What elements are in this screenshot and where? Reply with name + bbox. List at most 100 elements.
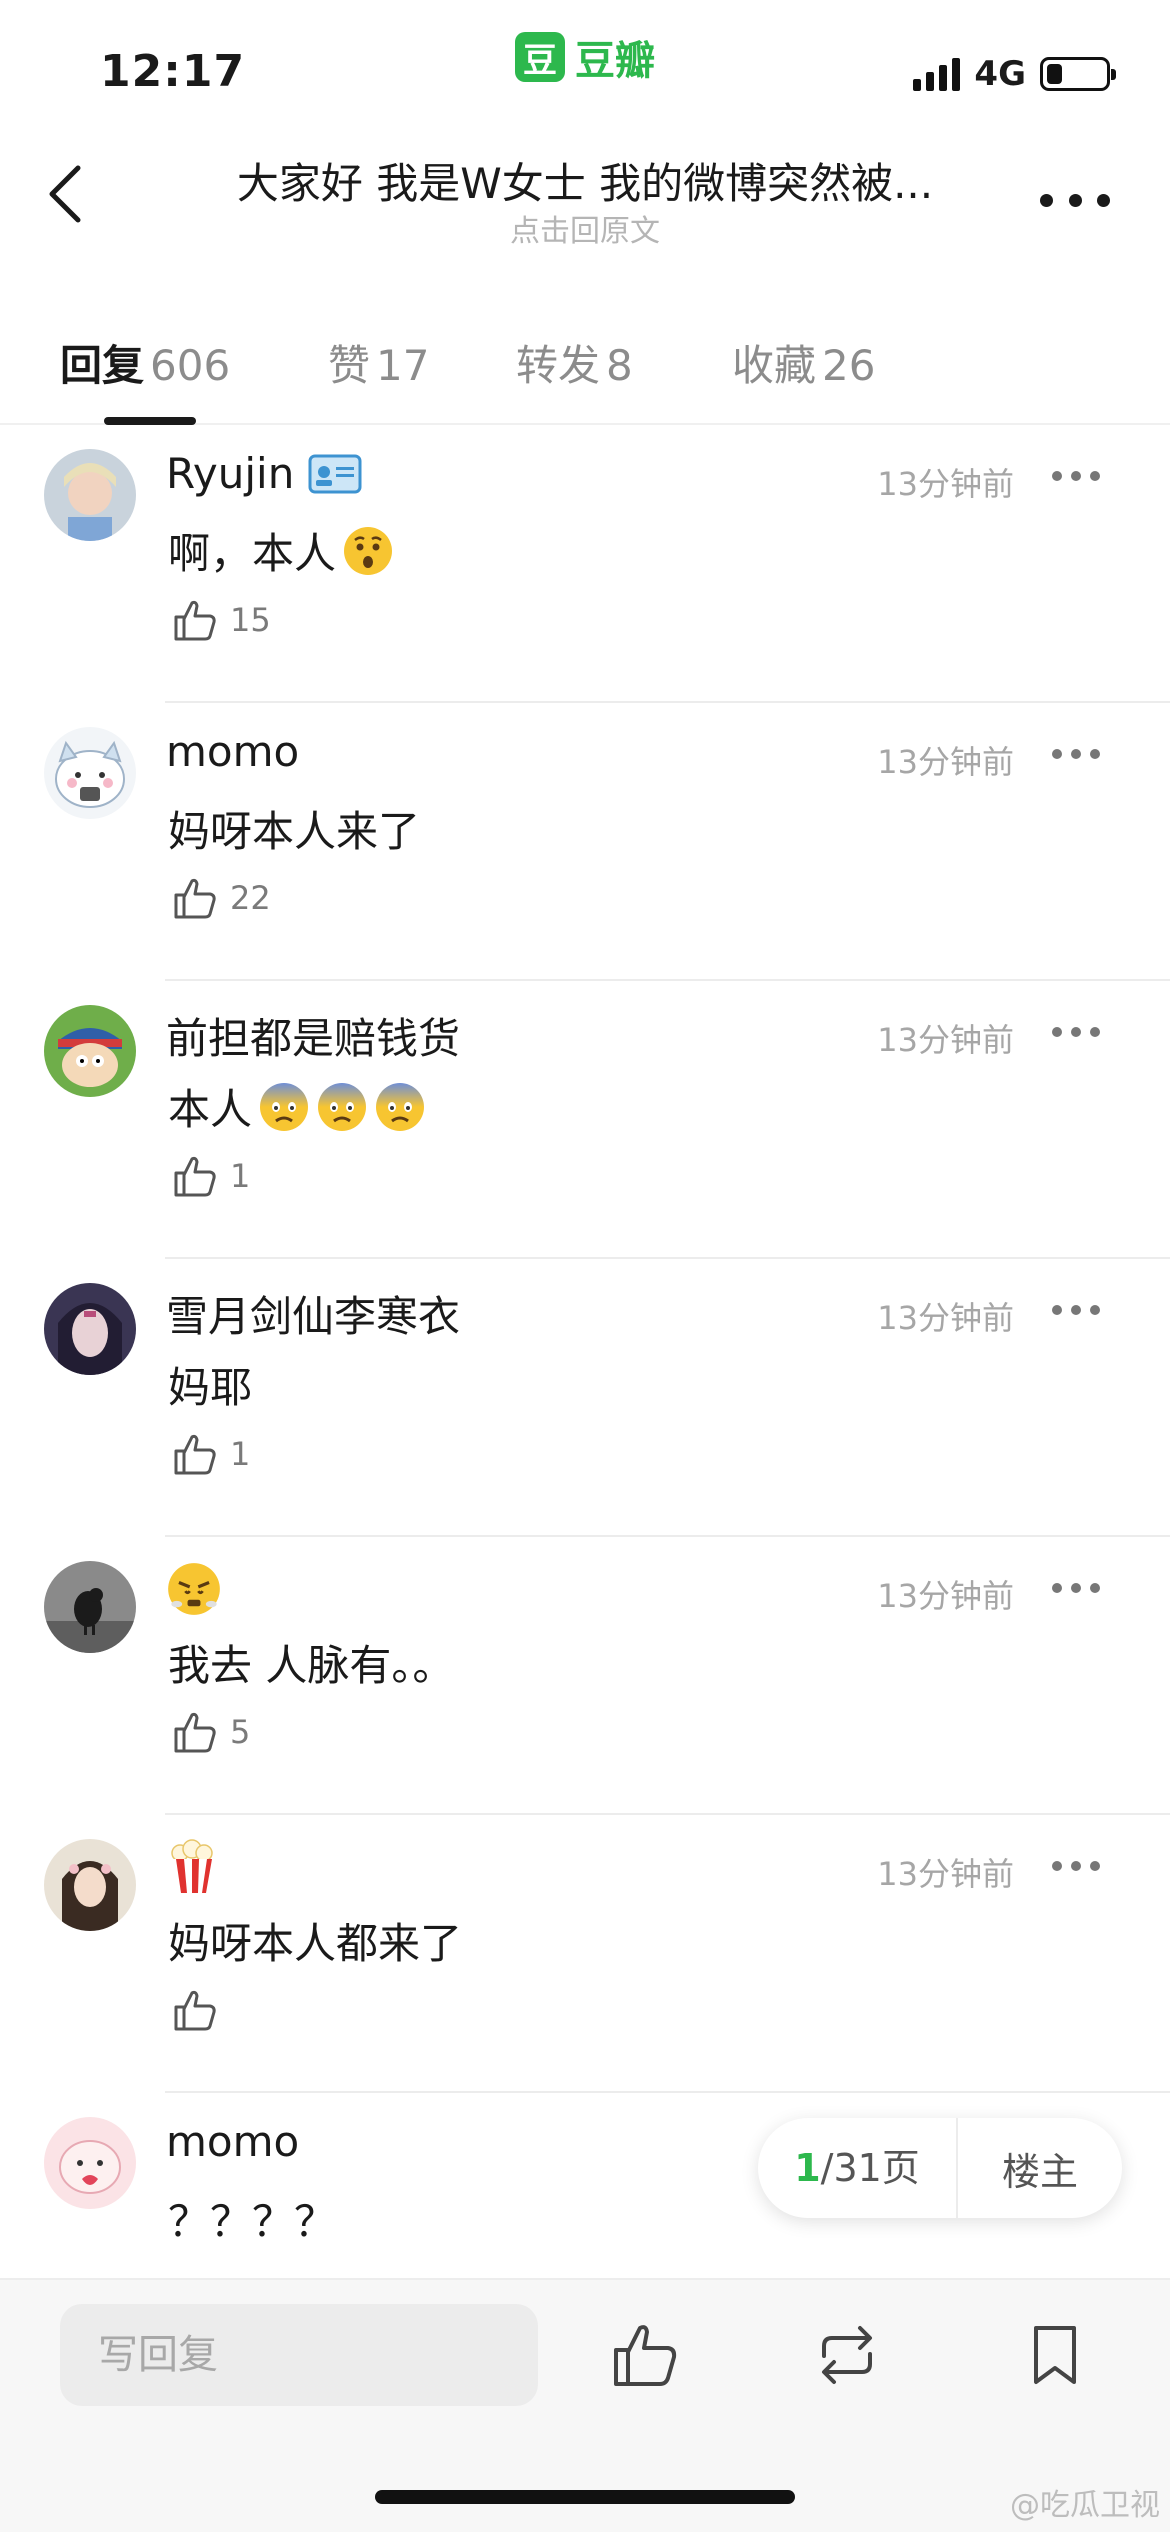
comment-item: 前担都是赔钱货 13分钟前 本人 1 bbox=[0, 981, 1170, 1259]
comment-author[interactable] bbox=[166, 1839, 218, 1895]
comment-body: 本人 bbox=[168, 1085, 253, 1134]
fearful-face-icon bbox=[376, 1082, 425, 1131]
like-button[interactable]: 15 bbox=[172, 597, 271, 643]
comment-item: momo 13分钟前 妈呀本人来了 22 bbox=[0, 703, 1170, 981]
home-indicator bbox=[375, 2490, 795, 2504]
tab-label: 转发 bbox=[516, 341, 601, 390]
fearful-face-icon bbox=[318, 1082, 367, 1131]
comment-author[interactable]: 雪月剑仙李寒衣 bbox=[166, 1283, 460, 1344]
author-name: Ryujin bbox=[166, 449, 295, 498]
comment-more-icon[interactable] bbox=[1052, 1305, 1100, 1317]
comment-more-icon[interactable] bbox=[1052, 749, 1100, 761]
tab-count: 8 bbox=[606, 341, 633, 390]
thumbs-up-icon bbox=[174, 600, 216, 641]
like-button[interactable]: 5 bbox=[172, 1709, 250, 1755]
tab-collections[interactable]: 收藏 26 bbox=[732, 332, 875, 393]
tab-label: 收藏 bbox=[732, 341, 817, 390]
thumbs-up-icon bbox=[174, 878, 216, 919]
like-button[interactable] bbox=[172, 1987, 230, 2033]
tab-likes[interactable]: 赞 17 bbox=[328, 332, 429, 393]
avatar[interactable] bbox=[44, 1005, 136, 1097]
author-name: momo bbox=[166, 2117, 300, 2166]
comment-item: Ryujin 13分钟前 啊，本人 15 bbox=[0, 425, 1170, 703]
thumbs-up-icon bbox=[174, 1990, 216, 2031]
tab-count: 26 bbox=[822, 341, 876, 390]
current-page: 1 bbox=[794, 2146, 821, 2190]
comment-author[interactable]: momo bbox=[166, 727, 299, 776]
bottom-action-bar: @吃瓜卫视 bbox=[0, 2278, 1170, 2532]
like-count: 22 bbox=[230, 879, 271, 917]
like-post-icon[interactable] bbox=[610, 2320, 680, 2390]
bookmark-icon[interactable] bbox=[1020, 2320, 1090, 2390]
like-button[interactable]: 22 bbox=[172, 875, 271, 921]
thumbs-up-icon bbox=[174, 1156, 216, 1197]
avatar[interactable] bbox=[44, 1561, 136, 1653]
comment-text: 我去 人脉有。。 bbox=[168, 1632, 454, 1693]
avatar[interactable] bbox=[44, 1839, 136, 1931]
comment-body: 妈呀本人都来了 bbox=[168, 1919, 463, 1968]
active-tab-indicator bbox=[104, 417, 196, 425]
like-button[interactable]: 1 bbox=[172, 1153, 250, 1199]
page-jump-button[interactable]: 1/31页 bbox=[758, 2118, 958, 2218]
comment-text: ？？？？ bbox=[168, 2188, 336, 2249]
comment-author[interactable]: momo bbox=[166, 2117, 299, 2166]
app-name: 豆瓣 bbox=[575, 38, 655, 84]
tab-replies[interactable]: 回复 606 bbox=[60, 332, 230, 393]
like-button[interactable]: 1 bbox=[172, 1431, 250, 1477]
comment-time: 13分钟前 bbox=[877, 1577, 1014, 1615]
tab-label: 回复 bbox=[60, 341, 145, 390]
author-name: momo bbox=[166, 727, 300, 776]
comment-time: 13分钟前 bbox=[877, 1021, 1014, 1059]
signal-icon bbox=[913, 57, 961, 91]
comment-time: 13分钟前 bbox=[877, 743, 1014, 781]
thumbs-up-icon bbox=[174, 1434, 216, 1475]
comment-more-icon[interactable] bbox=[1052, 471, 1100, 483]
more-options-icon[interactable] bbox=[1040, 190, 1110, 210]
avatar[interactable] bbox=[44, 449, 136, 541]
back-to-original-link[interactable]: 点击回原文 bbox=[200, 206, 970, 250]
comment-time: 13分钟前 bbox=[877, 1299, 1014, 1337]
status-bar: 12:17 豆 豆瓣 4G bbox=[0, 0, 1170, 110]
avatar[interactable] bbox=[44, 727, 136, 819]
comment-text: 妈耶 bbox=[168, 1354, 252, 1415]
op-only-button[interactable]: 楼主 bbox=[958, 2141, 1122, 2196]
comment-more-icon[interactable] bbox=[1052, 1027, 1100, 1039]
like-count: 1 bbox=[230, 1157, 251, 1195]
comment-item: 雪月剑仙李寒衣 13分钟前 妈耶 1 bbox=[0, 1259, 1170, 1537]
post-header: 大家好 我是W女士 我的微博突然被... 点击回原文 bbox=[0, 140, 1170, 260]
comment-body: 妈呀本人来了 bbox=[168, 807, 421, 856]
battery-icon bbox=[1040, 57, 1116, 91]
reply-input[interactable] bbox=[60, 2304, 538, 2406]
comment-body: ？？？？ bbox=[168, 2197, 337, 2246]
comment-time: 13分钟前 bbox=[877, 1855, 1014, 1893]
comment-text: 妈呀本人来了 bbox=[168, 798, 420, 859]
comment-author[interactable]: Ryujin bbox=[166, 449, 362, 498]
tab-reposts[interactable]: 转发 8 bbox=[516, 332, 633, 393]
total-pages: /31页 bbox=[820, 2146, 920, 2190]
comment-item: 13分钟前 妈呀本人都来了 bbox=[0, 1815, 1170, 2093]
status-indicators: 4G bbox=[913, 54, 1116, 94]
comment-body: 啊，本人 bbox=[168, 529, 337, 578]
douban-logo-icon: 豆 bbox=[515, 32, 565, 82]
back-arrow-icon[interactable] bbox=[44, 164, 94, 224]
watermark: @吃瓜卫视 bbox=[1010, 2488, 1160, 2523]
comment-time: 13分钟前 bbox=[877, 465, 1014, 503]
comment-author[interactable] bbox=[166, 1561, 222, 1617]
like-count: 15 bbox=[230, 601, 271, 639]
id-card-badge-icon bbox=[308, 454, 362, 493]
avatar[interactable] bbox=[44, 2117, 136, 2209]
avatar[interactable] bbox=[44, 1283, 136, 1375]
comment-more-icon[interactable] bbox=[1052, 1583, 1100, 1595]
surprised-face-icon bbox=[344, 526, 393, 575]
app-indicator: 豆 豆瓣 bbox=[515, 28, 655, 86]
repost-icon[interactable] bbox=[812, 2320, 882, 2390]
comment-text: 本人 bbox=[168, 1076, 426, 1137]
comment-author[interactable]: 前担都是赔钱货 bbox=[166, 1005, 460, 1066]
comment-body: 我去 人脉有。。 bbox=[168, 1641, 455, 1690]
huffing-face-icon bbox=[168, 1563, 220, 1615]
post-title[interactable]: 大家好 我是W女士 我的微博突然被... bbox=[200, 150, 970, 211]
tab-count: 17 bbox=[376, 341, 430, 390]
like-count: 5 bbox=[230, 1713, 251, 1751]
author-name: 前担都是赔钱货 bbox=[166, 1014, 461, 1063]
comment-more-icon[interactable] bbox=[1052, 1861, 1100, 1873]
